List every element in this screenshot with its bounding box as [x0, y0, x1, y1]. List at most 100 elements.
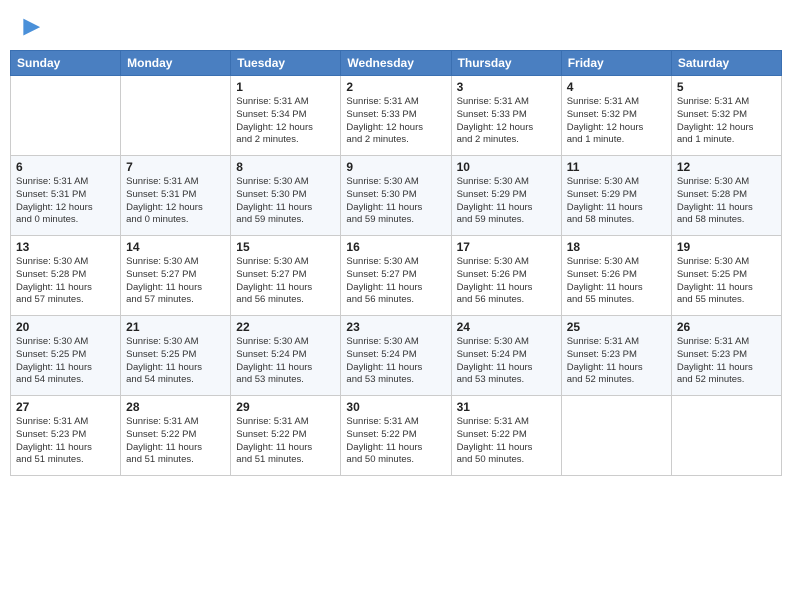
day-info: Sunrise: 5:31 AM Sunset: 5:31 PM Dayligh…: [126, 176, 225, 227]
calendar-cell: 31 Sunrise: 5:31 AM Sunset: 5:22 PM Dayli…: [451, 396, 561, 476]
calendar-cell: 6 Sunrise: 5:31 AM Sunset: 5:31 PM Daylig…: [11, 156, 121, 236]
logo-icon: [14, 14, 42, 42]
day-info: Sunrise: 5:31 AM Sunset: 5:32 PM Dayligh…: [567, 96, 666, 147]
calendar-cell: [671, 396, 781, 476]
day-number: 2: [346, 80, 445, 94]
calendar-cell: 18 Sunrise: 5:30 AM Sunset: 5:26 PM Dayli…: [561, 236, 671, 316]
day-number: 8: [236, 160, 335, 174]
calendar-cell: 7 Sunrise: 5:31 AM Sunset: 5:31 PM Daylig…: [121, 156, 231, 236]
day-info: Sunrise: 5:30 AM Sunset: 5:29 PM Dayligh…: [567, 176, 666, 227]
column-header-sunday: Sunday: [11, 51, 121, 76]
day-number: 4: [567, 80, 666, 94]
day-info: Sunrise: 5:30 AM Sunset: 5:24 PM Dayligh…: [346, 336, 445, 387]
calendar-cell: 17Sunrise: 5:30 AM Sunset: 5:26 PM Dayli…: [451, 236, 561, 316]
calendar-cell: 3 Sunrise: 5:31 AM Sunset: 5:33 PM Daylig…: [451, 76, 561, 156]
day-info: Sunrise: 5:31 AM Sunset: 5:22 PM Dayligh…: [126, 416, 225, 467]
day-number: 11: [567, 160, 666, 174]
calendar-cell: 16Sunrise: 5:30 AM Sunset: 5:27 PM Dayli…: [341, 236, 451, 316]
calendar-cell: 10 Sunrise: 5:30 AM Sunset: 5:29 PM Dayli…: [451, 156, 561, 236]
column-header-friday: Friday: [561, 51, 671, 76]
day-info: Sunrise: 5:30 AM Sunset: 5:25 PM Dayligh…: [677, 256, 776, 307]
calendar-cell: 13 Sunrise: 5:30 AM Sunset: 5:28 PM Dayli…: [11, 236, 121, 316]
calendar-cell: 28 Sunrise: 5:31 AM Sunset: 5:22 PM Dayli…: [121, 396, 231, 476]
day-number: 5: [677, 80, 776, 94]
day-info: Sunrise: 5:31 AM Sunset: 5:33 PM Dayligh…: [346, 96, 445, 147]
day-info: Sunrise: 5:30 AM Sunset: 5:30 PM Dayligh…: [236, 176, 335, 227]
calendar-cell: 29 Sunrise: 5:31 AM Sunset: 5:22 PM Dayli…: [231, 396, 341, 476]
day-number: 23: [346, 320, 445, 334]
calendar-cell: [11, 76, 121, 156]
logo: [10, 14, 42, 42]
day-info: Sunrise: 5:31 AM Sunset: 5:34 PM Dayligh…: [236, 96, 335, 147]
day-number: 18: [567, 240, 666, 254]
calendar-cell: 12 Sunrise: 5:30 AM Sunset: 5:28 PM Dayli…: [671, 156, 781, 236]
calendar-table: SundayMondayTuesdayWednesdayThursdayFrid…: [10, 50, 782, 476]
day-number: 20: [16, 320, 115, 334]
day-info: Sunrise: 5:31 AM Sunset: 5:23 PM Dayligh…: [677, 336, 776, 387]
calendar-cell: 26 Sunrise: 5:31 AM Sunset: 5:23 PM Dayli…: [671, 316, 781, 396]
calendar-cell: 25 Sunrise: 5:31 AM Sunset: 5:23 PM Dayli…: [561, 316, 671, 396]
day-number: 28: [126, 400, 225, 414]
calendar-week-row: 20 Sunrise: 5:30 AM Sunset: 5:25 PM Dayli…: [11, 316, 782, 396]
day-number: 1: [236, 80, 335, 94]
day-number: 30: [346, 400, 445, 414]
day-number: 19: [677, 240, 776, 254]
column-header-tuesday: Tuesday: [231, 51, 341, 76]
day-info: Sunrise: 5:31 AM Sunset: 5:22 PM Dayligh…: [346, 416, 445, 467]
column-header-wednesday: Wednesday: [341, 51, 451, 76]
day-number: 6: [16, 160, 115, 174]
day-info: Sunrise: 5:31 AM Sunset: 5:23 PM Dayligh…: [16, 416, 115, 467]
calendar-cell: [561, 396, 671, 476]
calendar-header-row: SundayMondayTuesdayWednesdayThursdayFrid…: [11, 51, 782, 76]
calendar-cell: 15Sunrise: 5:30 AM Sunset: 5:27 PM Dayli…: [231, 236, 341, 316]
day-info: Sunrise: 5:31 AM Sunset: 5:32 PM Dayligh…: [677, 96, 776, 147]
day-number: 29: [236, 400, 335, 414]
day-number: 3: [457, 80, 556, 94]
calendar-cell: 11 Sunrise: 5:30 AM Sunset: 5:29 PM Dayli…: [561, 156, 671, 236]
day-info: Sunrise: 5:30 AM Sunset: 5:28 PM Dayligh…: [677, 176, 776, 227]
column-header-saturday: Saturday: [671, 51, 781, 76]
day-info: Sunrise: 5:31 AM Sunset: 5:23 PM Dayligh…: [567, 336, 666, 387]
day-number: 13: [16, 240, 115, 254]
calendar-cell: 5 Sunrise: 5:31 AM Sunset: 5:32 PM Daylig…: [671, 76, 781, 156]
day-number: 26: [677, 320, 776, 334]
day-info: Sunrise: 5:31 AM Sunset: 5:22 PM Dayligh…: [457, 416, 556, 467]
day-info: Sunrise: 5:30 AM Sunset: 5:28 PM Dayligh…: [16, 256, 115, 307]
calendar-cell: [121, 76, 231, 156]
calendar-cell: 20 Sunrise: 5:30 AM Sunset: 5:25 PM Dayli…: [11, 316, 121, 396]
calendar-cell: 27 Sunrise: 5:31 AM Sunset: 5:23 PM Dayli…: [11, 396, 121, 476]
day-number: 9: [346, 160, 445, 174]
day-info: Sunrise: 5:31 AM Sunset: 5:31 PM Dayligh…: [16, 176, 115, 227]
calendar-cell: 4 Sunrise: 5:31 AM Sunset: 5:32 PM Daylig…: [561, 76, 671, 156]
day-info: Sunrise: 5:31 AM Sunset: 5:33 PM Dayligh…: [457, 96, 556, 147]
calendar-week-row: 1 Sunrise: 5:31 AM Sunset: 5:34 PM Daylig…: [11, 76, 782, 156]
day-number: 10: [457, 160, 556, 174]
calendar-cell: 2 Sunrise: 5:31 AM Sunset: 5:33 PM Daylig…: [341, 76, 451, 156]
day-info: Sunrise: 5:30 AM Sunset: 5:29 PM Dayligh…: [457, 176, 556, 227]
day-number: 31: [457, 400, 556, 414]
day-info: Sunrise: 5:30 AM Sunset: 5:30 PM Dayligh…: [346, 176, 445, 227]
day-number: 12: [677, 160, 776, 174]
day-info: Sunrise: 5:30 AM Sunset: 5:25 PM Dayligh…: [16, 336, 115, 387]
day-number: 22: [236, 320, 335, 334]
calendar-cell: 22 Sunrise: 5:30 AM Sunset: 5:24 PM Dayli…: [231, 316, 341, 396]
day-number: 7: [126, 160, 225, 174]
calendar-cell: 21Sunrise: 5:30 AM Sunset: 5:25 PM Dayli…: [121, 316, 231, 396]
day-info: Sunrise: 5:30 AM Sunset: 5:27 PM Dayligh…: [346, 256, 445, 307]
day-info: Sunrise: 5:30 AM Sunset: 5:24 PM Dayligh…: [236, 336, 335, 387]
day-info: Sunrise: 5:30 AM Sunset: 5:26 PM Dayligh…: [567, 256, 666, 307]
day-number: 21: [126, 320, 225, 334]
calendar-cell: 19 Sunrise: 5:30 AM Sunset: 5:25 PM Dayli…: [671, 236, 781, 316]
day-info: Sunrise: 5:31 AM Sunset: 5:22 PM Dayligh…: [236, 416, 335, 467]
day-number: 14: [126, 240, 225, 254]
calendar-week-row: 13 Sunrise: 5:30 AM Sunset: 5:28 PM Dayli…: [11, 236, 782, 316]
calendar-cell: 24Sunrise: 5:30 AM Sunset: 5:24 PM Dayli…: [451, 316, 561, 396]
day-number: 27: [16, 400, 115, 414]
day-number: 15: [236, 240, 335, 254]
day-number: 25: [567, 320, 666, 334]
calendar-cell: 14Sunrise: 5:30 AM Sunset: 5:27 PM Dayli…: [121, 236, 231, 316]
column-header-monday: Monday: [121, 51, 231, 76]
day-number: 24: [457, 320, 556, 334]
calendar-cell: 1 Sunrise: 5:31 AM Sunset: 5:34 PM Daylig…: [231, 76, 341, 156]
calendar-cell: 9 Sunrise: 5:30 AM Sunset: 5:30 PM Daylig…: [341, 156, 451, 236]
